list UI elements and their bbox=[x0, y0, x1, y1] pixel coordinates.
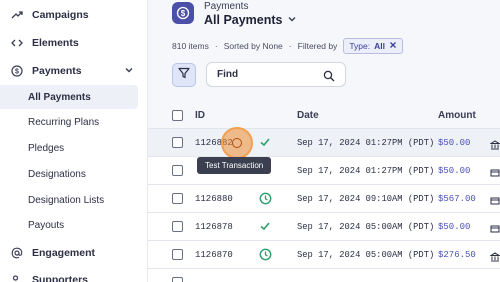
row-checkbox[interactable] bbox=[172, 249, 183, 260]
table-row[interactable]: 1126870 Sep 17, 2024 05:00AM (PDT) $276.… bbox=[148, 240, 500, 268]
select-all-checkbox[interactable] bbox=[172, 110, 183, 121]
sidebar-item-label: Designation Lists bbox=[28, 194, 105, 206]
tooltip: Test Transaction bbox=[197, 157, 272, 174]
bank-icon[interactable] bbox=[489, 137, 500, 155]
sidebar-item-label: Supporters bbox=[32, 274, 89, 282]
search-field[interactable] bbox=[206, 62, 346, 87]
dollar-circle-icon: $ bbox=[172, 2, 194, 24]
chip-key: Type: bbox=[349, 41, 371, 51]
list-meta: 810 items · Sorted by None · Filtered by… bbox=[172, 38, 403, 54]
sidebar-item-label: Payouts bbox=[28, 219, 65, 231]
main-content: $ Payments All Payments 810 items · Sort… bbox=[148, 0, 500, 282]
sidebar-item-elements[interactable]: Elements bbox=[0, 31, 148, 55]
column-header-date[interactable]: Date bbox=[297, 110, 319, 121]
table-header: ID Date Amount bbox=[148, 102, 500, 128]
table-row[interactable]: 1126882 Sep 17, 2024 01:27PM (PDT) $50.0… bbox=[148, 128, 500, 156]
card-icon[interactable] bbox=[490, 193, 500, 211]
svg-text:$: $ bbox=[15, 69, 19, 76]
row-checkbox[interactable] bbox=[172, 193, 183, 204]
column-header-id[interactable]: ID bbox=[195, 110, 205, 121]
clock-icon bbox=[258, 247, 272, 261]
sidebar-item-pledges[interactable]: Pledges bbox=[0, 136, 148, 160]
item-count: 810 items bbox=[172, 41, 209, 51]
page-title[interactable]: All Payments bbox=[204, 13, 297, 27]
sidebar-item-label: Elements bbox=[32, 37, 79, 49]
check-icon bbox=[258, 219, 272, 233]
chip-value: All bbox=[374, 41, 385, 51]
cell-amount: $567.00 bbox=[438, 194, 476, 204]
svg-text:$: $ bbox=[181, 9, 186, 18]
card-icon[interactable] bbox=[490, 165, 500, 183]
sidebar-item-payouts[interactable]: Payouts bbox=[0, 213, 148, 237]
sidebar-item-label: Campaigns bbox=[32, 9, 89, 21]
row-checkbox[interactable] bbox=[172, 277, 183, 282]
sort-status: Sorted by None bbox=[223, 41, 283, 51]
cell-amount: $276.50 bbox=[438, 250, 476, 260]
dollar-circle-icon: $ bbox=[10, 64, 24, 78]
breadcrumb[interactable]: Payments bbox=[204, 1, 248, 12]
filter-status: Filtered by bbox=[297, 41, 338, 51]
info-icon[interactable] bbox=[232, 138, 242, 148]
sidebar-item-label: Payments bbox=[32, 65, 82, 77]
sidebar-item-payments[interactable]: $ Payments bbox=[0, 59, 148, 83]
separator: · bbox=[288, 41, 292, 51]
clock-icon bbox=[258, 191, 272, 205]
table-row[interactable]: 1126880 Sep 17, 2024 09:10AM (PDT) $567.… bbox=[148, 184, 500, 212]
chevron-down-icon[interactable] bbox=[124, 65, 134, 78]
sidebar-item-all-payments[interactable]: All Payments bbox=[0, 85, 138, 109]
bank-icon[interactable] bbox=[489, 249, 500, 267]
trend-icon bbox=[10, 8, 24, 22]
sidebar-item-label: Engagement bbox=[32, 247, 96, 259]
card-icon[interactable] bbox=[490, 221, 500, 239]
sidebar-item-recurring-plans[interactable]: Recurring Plans bbox=[0, 110, 148, 134]
cell-amount: $50.00 bbox=[438, 166, 471, 176]
at-icon bbox=[10, 246, 24, 260]
sidebar: Campaigns Elements $ Payments All Paymen… bbox=[0, 0, 148, 282]
separator: · bbox=[214, 41, 218, 51]
cell-id: 1126878 bbox=[195, 222, 233, 232]
cell-date: Sep 17, 2024 05:00AM (PDT) bbox=[297, 250, 435, 260]
check-icon bbox=[258, 135, 272, 149]
table-row[interactable]: 1126878 Sep 17, 2024 05:00AM (PDT) $50.0… bbox=[148, 212, 500, 240]
close-icon[interactable] bbox=[389, 41, 397, 51]
sidebar-item-label: Designations bbox=[28, 168, 86, 180]
cell-date: Sep 17, 2024 01:27PM (PDT) bbox=[297, 166, 435, 176]
sidebar-item-designation-lists[interactable]: Designation Lists bbox=[0, 188, 148, 212]
sidebar-item-label: Recurring Plans bbox=[28, 116, 100, 128]
cell-date: Sep 17, 2024 05:00AM (PDT) bbox=[297, 222, 435, 232]
cell-date: Sep 17, 2024 09:10AM (PDT) bbox=[297, 194, 435, 204]
search-input[interactable] bbox=[217, 69, 317, 80]
sidebar-item-supporters[interactable]: Supporters bbox=[0, 268, 148, 282]
sidebar-item-engagement[interactable]: Engagement bbox=[0, 241, 148, 265]
cell-amount: $50.00 bbox=[438, 222, 471, 232]
page-title-text: All Payments bbox=[204, 13, 283, 27]
filter-button[interactable] bbox=[172, 63, 196, 87]
sidebar-item-label: Pledges bbox=[28, 142, 65, 154]
funnel-icon bbox=[178, 66, 190, 84]
row-checkbox[interactable] bbox=[172, 221, 183, 232]
cell-date: Sep 17, 2024 01:27PM (PDT) bbox=[297, 138, 435, 148]
sidebar-item-campaigns[interactable]: Campaigns bbox=[0, 3, 148, 27]
row-checkbox[interactable] bbox=[172, 137, 183, 148]
cell-id: 1126870 bbox=[195, 250, 233, 260]
column-header-amount[interactable]: Amount bbox=[438, 110, 476, 121]
cell-id: 1126880 bbox=[195, 194, 233, 204]
search-icon[interactable] bbox=[323, 69, 335, 87]
users-icon bbox=[10, 273, 24, 282]
sidebar-item-label: All Payments bbox=[28, 91, 91, 103]
cell-amount: $50.00 bbox=[438, 138, 471, 148]
chevron-down-icon[interactable] bbox=[287, 13, 297, 27]
row-checkbox[interactable] bbox=[172, 165, 183, 176]
table-row[interactable] bbox=[148, 268, 500, 282]
filter-chip-type[interactable]: Type: All bbox=[343, 38, 403, 54]
code-icon bbox=[10, 36, 24, 50]
sidebar-item-designations[interactable]: Designations bbox=[0, 162, 148, 186]
